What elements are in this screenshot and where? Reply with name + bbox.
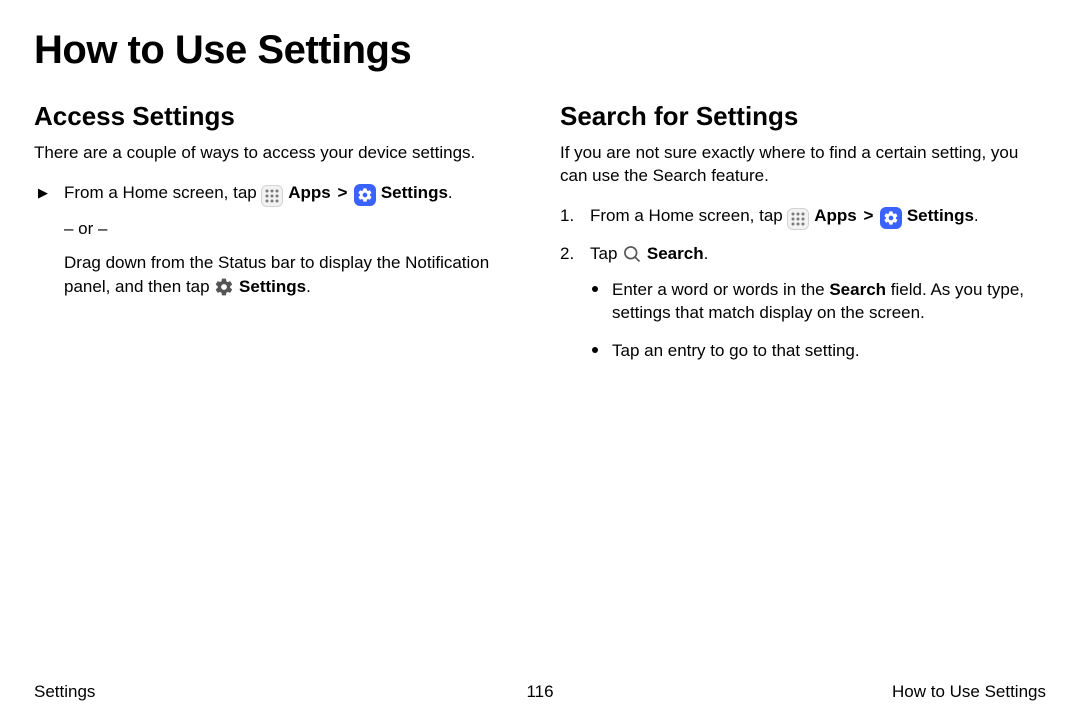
drag-settings-label: Settings xyxy=(239,277,306,296)
left-step-period: . xyxy=(448,183,453,202)
right-column: Search for Settings If you are not sure … xyxy=(560,101,1046,377)
step1-period: . xyxy=(974,206,979,225)
page-title: How to Use Settings xyxy=(34,28,1046,73)
right-intro: If you are not sure exactly where to fin… xyxy=(560,142,1046,188)
chevron-icon: > xyxy=(335,183,349,202)
right-settings-label: Settings xyxy=(907,206,974,225)
bullet1-bold: Search xyxy=(829,280,886,299)
bullet1-a: Enter a word or words in the xyxy=(612,280,829,299)
gear-icon xyxy=(214,277,234,297)
right-apps-label: Apps xyxy=(814,206,857,225)
left-step-lead: From a Home screen, tap xyxy=(64,183,261,202)
bullet-1: Enter a word or words in the Search fiel… xyxy=(590,278,1046,326)
bullet-2: Tap an entry to go to that setting. xyxy=(590,339,1046,363)
settings-blue-icon xyxy=(354,184,376,206)
apps-icon xyxy=(261,185,283,207)
left-drag-line: Drag down from the Status bar to display… xyxy=(64,251,520,299)
content-columns: Access Settings There are a couple of wa… xyxy=(34,101,1046,377)
left-apps-label: Apps xyxy=(288,183,331,202)
page-footer: Settings 116 How to Use Settings xyxy=(34,682,1046,702)
right-bullets: Enter a word or words in the Search fiel… xyxy=(590,278,1046,363)
right-step-1: 1. From a Home screen, tap Apps > Settin… xyxy=(560,204,1046,230)
apps-icon xyxy=(787,208,809,230)
right-step-2: 2. Tap Search. xyxy=(560,242,1046,266)
drag-text-b: . xyxy=(306,277,311,296)
right-heading: Search for Settings xyxy=(560,101,1046,132)
settings-blue-icon xyxy=(880,207,902,229)
step2-content: Tap Search. xyxy=(590,242,1046,266)
step1-lead: From a Home screen, tap xyxy=(590,206,787,225)
step2-number: 2. xyxy=(560,242,590,266)
chevron-icon: > xyxy=(861,206,875,225)
or-text: – or – xyxy=(64,219,520,239)
step2-lead: Tap xyxy=(590,244,622,263)
footer-right: How to Use Settings xyxy=(892,682,1046,702)
search-label: Search xyxy=(647,244,704,263)
left-column: Access Settings There are a couple of wa… xyxy=(34,101,520,377)
left-heading: Access Settings xyxy=(34,101,520,132)
search-icon xyxy=(622,244,642,264)
footer-page-number: 116 xyxy=(526,682,553,702)
step1-number: 1. xyxy=(560,204,590,228)
left-settings-label: Settings xyxy=(381,183,448,202)
triangle-bullet-icon: ▶ xyxy=(34,181,64,202)
step2-period: . xyxy=(704,244,709,263)
step1-content: From a Home screen, tap Apps > Settings. xyxy=(590,204,1046,230)
left-step-content: From a Home screen, tap Apps > Settings. xyxy=(64,181,520,207)
footer-left: Settings xyxy=(34,682,95,702)
left-intro: There are a couple of ways to access you… xyxy=(34,142,520,165)
left-step: ▶ From a Home screen, tap Apps > Setting… xyxy=(34,181,520,207)
